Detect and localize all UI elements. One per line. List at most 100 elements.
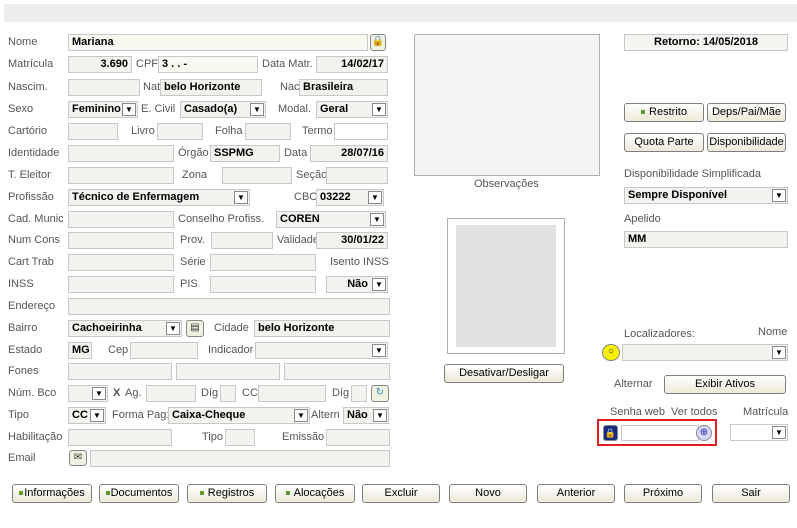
senha-web-field[interactable] — [621, 425, 699, 441]
zona-field[interactable] — [222, 167, 292, 184]
disponibilidade-button[interactable]: Disponibilidade — [707, 133, 786, 152]
nome-field[interactable]: Mariana — [68, 34, 368, 51]
validade-field[interactable]: 30/01/22 — [316, 232, 388, 249]
profissao-select[interactable]: Técnico de Enfermagem ▼ — [68, 189, 250, 206]
orgao-label: Órgão — [178, 147, 209, 159]
endereco-field[interactable] — [68, 298, 390, 315]
orgao-field[interactable]: SSPMG — [210, 145, 280, 162]
exibir-ativos-button[interactable]: Exibir Ativos — [664, 375, 786, 394]
isento-inss-select[interactable]: Não ▼ — [326, 276, 388, 293]
cep-field[interactable] — [130, 342, 198, 359]
proximo-button[interactable]: Próximo — [624, 484, 702, 503]
chevron-down-icon[interactable]: ▼ — [234, 191, 248, 204]
modal-select[interactable]: Geral ▼ — [316, 101, 388, 118]
num-bco-select[interactable]: ▼ — [68, 385, 108, 402]
folha-field[interactable] — [245, 123, 291, 140]
excluir-button[interactable]: Excluir — [362, 484, 440, 503]
nac-field[interactable]: Brasileira — [299, 79, 388, 96]
prov-field[interactable] — [211, 232, 273, 249]
chevron-down-icon[interactable]: ▼ — [166, 322, 180, 335]
tipo-hab-field[interactable] — [225, 429, 255, 446]
inss-field[interactable] — [68, 276, 174, 293]
desativar-button[interactable]: Desativar/Desligar — [444, 364, 564, 383]
informacoes-button[interactable]: Informações — [12, 484, 92, 503]
cartorio-field[interactable] — [68, 123, 118, 140]
ag-field[interactable] — [146, 385, 196, 402]
chevron-down-icon[interactable]: ▼ — [294, 409, 308, 422]
padlock-icon[interactable]: 🔒 — [603, 425, 618, 441]
cidade-field[interactable]: belo Horizonte — [254, 320, 390, 337]
bairro-select[interactable]: Cachoeirinha ▼ — [68, 320, 182, 337]
chevron-down-icon[interactable]: ▼ — [772, 189, 786, 202]
chevron-down-icon[interactable]: ▼ — [368, 191, 382, 204]
chevron-down-icon[interactable]: ▼ — [370, 213, 384, 226]
t-eleitor-field[interactable] — [68, 167, 174, 184]
estado-field[interactable]: MG — [68, 342, 92, 359]
refresh-icon[interactable]: ↻ — [371, 385, 389, 402]
chevron-down-icon[interactable]: ▼ — [372, 278, 386, 291]
cc-field[interactable] — [258, 385, 326, 402]
chevron-down-icon[interactable]: ▼ — [772, 426, 786, 439]
nascim-field[interactable] — [68, 79, 140, 96]
deps-button[interactable]: Deps/Pai/Mãe — [707, 103, 786, 122]
restrito-button[interactable]: Restrito — [624, 103, 704, 122]
chevron-down-icon[interactable]: ▼ — [90, 409, 104, 422]
disp-simpl-select[interactable]: Sempre Disponível ▼ — [624, 187, 788, 204]
photo-frame[interactable] — [447, 218, 565, 354]
dig2-field[interactable] — [351, 385, 367, 402]
quota-parte-button[interactable]: Quota Parte — [624, 133, 704, 152]
data-ident-field[interactable]: 28/07/16 — [310, 145, 388, 162]
list-icon[interactable]: ▤ — [186, 320, 204, 337]
chevron-down-icon[interactable]: ▼ — [772, 346, 786, 359]
fone1-field[interactable] — [68, 363, 172, 380]
crosshair-icon[interactable]: ⊕ — [696, 425, 712, 441]
chevron-down-icon[interactable]: ▼ — [372, 344, 386, 357]
habilitacao-field[interactable] — [68, 429, 172, 446]
matricula-right-select[interactable]: ▼ — [730, 424, 788, 441]
email-field[interactable] — [90, 450, 390, 467]
matricula-field[interactable]: 3.690 — [68, 56, 132, 73]
cad-munic-field[interactable] — [68, 211, 174, 228]
registros-button[interactable]: Registros — [187, 484, 267, 503]
termo-field[interactable] — [334, 123, 388, 140]
secao-field[interactable] — [326, 167, 388, 184]
chevron-down-icon[interactable]: ▼ — [122, 103, 136, 116]
lock-icon[interactable]: 🔒 — [370, 34, 386, 51]
cart-trab-field[interactable] — [68, 254, 174, 271]
emissao-field[interactable] — [326, 429, 390, 446]
livro-field[interactable] — [157, 123, 203, 140]
sair-button[interactable]: Sair — [712, 484, 790, 503]
pis-field[interactable] — [210, 276, 316, 293]
fone3-field[interactable] — [284, 363, 390, 380]
altern-select[interactable]: Não ▼ — [343, 407, 389, 424]
tipo-select[interactable]: CC ▼ — [68, 407, 106, 424]
data-matr-field[interactable]: 14/02/17 — [316, 56, 388, 73]
estado-civil-select[interactable]: Casado(a) ▼ — [180, 101, 266, 118]
identidade-field[interactable] — [68, 145, 174, 162]
lightbulb-icon[interactable]: ○ — [602, 344, 620, 361]
cpf-field[interactable]: 3 . . - — [158, 56, 258, 73]
forma-pag-select[interactable]: Caixa-Cheque ▼ — [168, 407, 310, 424]
serie-field[interactable] — [210, 254, 316, 271]
observacoes-area[interactable] — [414, 34, 600, 176]
apelido-field[interactable]: MM — [624, 231, 788, 248]
dig1-field[interactable] — [220, 385, 236, 402]
chevron-down-icon[interactable]: ▼ — [92, 387, 106, 400]
chevron-down-icon[interactable]: ▼ — [250, 103, 264, 116]
novo-button[interactable]: Novo — [449, 484, 527, 503]
localizadores-select[interactable]: ▼ — [622, 344, 788, 361]
sexo-select[interactable]: Feminino ▼ — [68, 101, 138, 118]
num-cons-field[interactable] — [68, 232, 174, 249]
cbo-select[interactable]: 03222 ▼ — [316, 189, 384, 206]
chevron-down-icon[interactable]: ▼ — [372, 103, 386, 116]
mail-icon[interactable]: ✉ — [69, 450, 87, 466]
chevron-down-icon[interactable]: ▼ — [373, 409, 387, 422]
documentos-button[interactable]: Documentos — [99, 484, 179, 503]
conselho-select[interactable]: COREN ▼ — [276, 211, 386, 228]
fone2-field[interactable] — [176, 363, 280, 380]
nat-field[interactable]: belo Horizonte — [160, 79, 262, 96]
indicador-select[interactable]: ▼ — [255, 342, 388, 359]
matricula-label: Matrícula — [8, 58, 54, 70]
alocacoes-button[interactable]: Alocações — [275, 484, 355, 503]
anterior-button[interactable]: Anterior — [537, 484, 615, 503]
